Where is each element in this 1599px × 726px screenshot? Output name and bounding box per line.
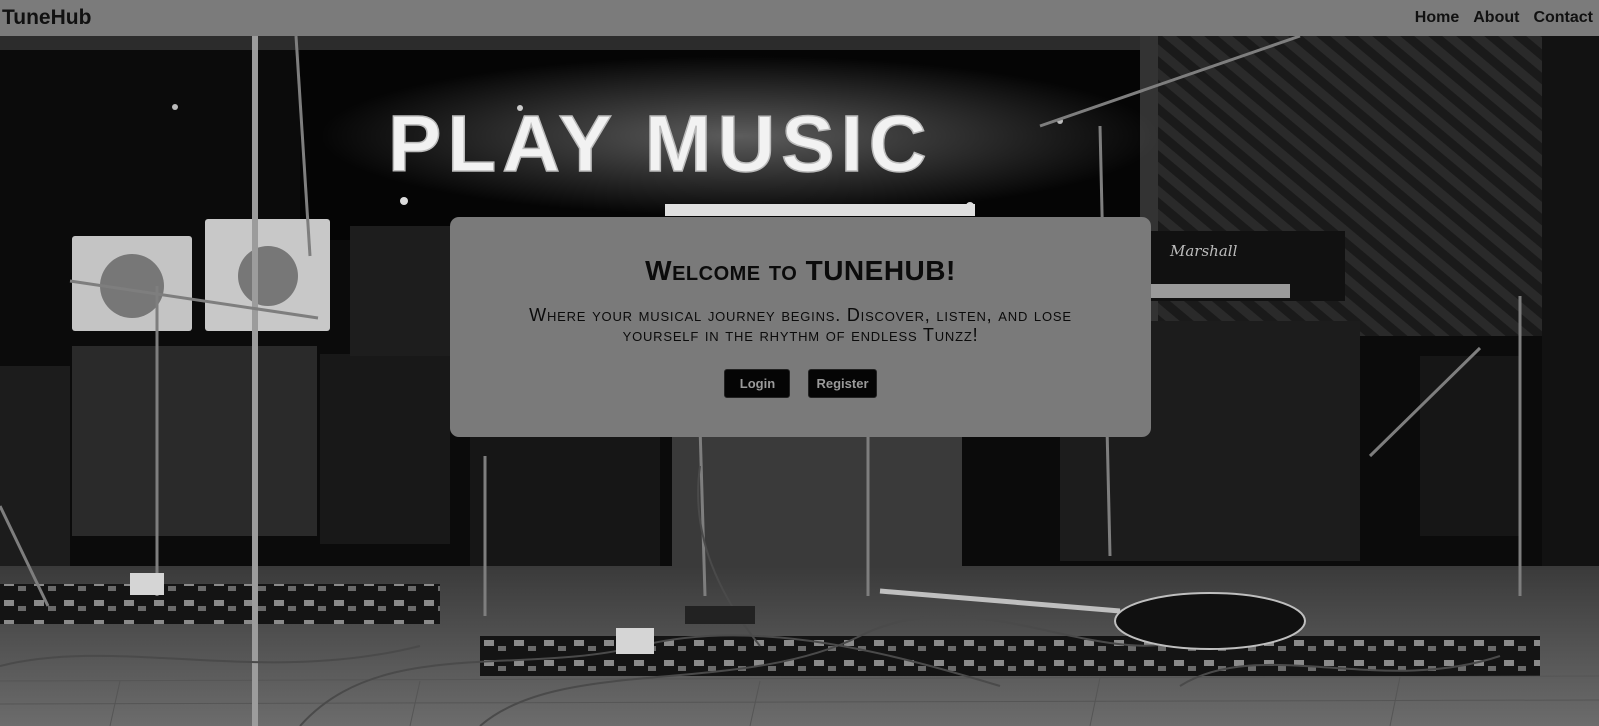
auth-buttons: Login Register [724, 369, 877, 398]
brand-logo[interactable]: TuneHub [2, 6, 91, 30]
welcome-title: Welcome to TUNEHUB! [645, 255, 956, 286]
nav-link-about[interactable]: About [1473, 9, 1519, 27]
svg-text:Marshall: Marshall [1169, 242, 1238, 260]
login-button[interactable]: Login [724, 369, 791, 398]
register-button[interactable]: Register [808, 369, 877, 398]
nav-link-home[interactable]: Home [1415, 9, 1459, 27]
nav-links: Home About Contact [1415, 9, 1593, 27]
play-music-sign: PLAY MUSIC [388, 99, 933, 188]
welcome-subtitle: Where your musical journey begins. Disco… [529, 305, 1072, 345]
nav-link-contact[interactable]: Contact [1533, 9, 1593, 27]
welcome-card: Welcome to TUNEHUB! Where your musical j… [450, 217, 1151, 437]
navbar: TuneHub Home About Contact [0, 0, 1599, 36]
